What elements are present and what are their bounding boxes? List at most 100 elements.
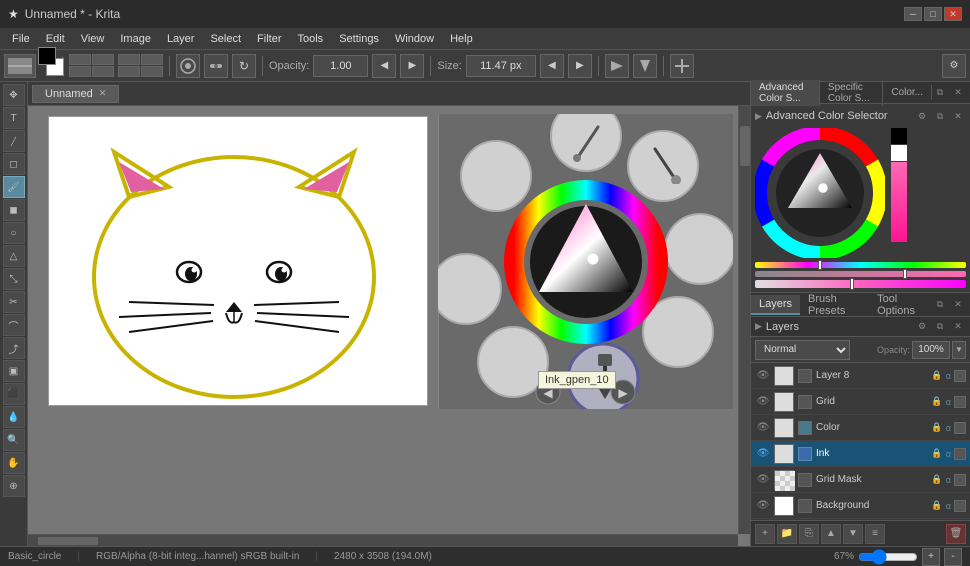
layers-panel-close[interactable]: ✕ <box>950 297 966 313</box>
opacity-up-btn[interactable]: ▶ <box>400 54 424 78</box>
tool-eyedrop[interactable]: 💧 <box>3 406 25 428</box>
layers-close-icon[interactable]: ✕ <box>950 319 966 335</box>
tool-select-shape[interactable]: ◻ <box>3 153 25 175</box>
layer-vis-ink[interactable]: 👁 <box>755 446 771 462</box>
swatch-white[interactable] <box>891 145 907 161</box>
zoom-slider[interactable] <box>858 553 918 561</box>
preset-btn-6[interactable] <box>141 54 163 65</box>
layer-delete-btn[interactable]: 🗑 <box>946 524 966 544</box>
color-panel-close[interactable]: ✕ <box>950 108 966 124</box>
layer-vis-bg[interactable]: 👁 <box>755 498 771 514</box>
canvas-tab-close[interactable]: ✕ <box>99 88 107 99</box>
tool-path[interactable]: ⌒ <box>3 314 25 336</box>
preset-btn-3[interactable] <box>69 66 91 77</box>
menu-edit[interactable]: Edit <box>38 31 73 47</box>
swatch-pink[interactable] <box>891 162 907 242</box>
layers-settings-icon[interactable]: ⚙ <box>914 319 930 335</box>
color-panel-settings[interactable]: ⚙ <box>914 108 930 124</box>
flip-h-btn[interactable] <box>605 54 629 78</box>
tool-ellipse[interactable]: ○ <box>3 222 25 244</box>
layers-float-icon[interactable]: ⧉ <box>932 319 948 335</box>
brush-type-btn[interactable] <box>176 54 200 78</box>
refresh-btn[interactable]: ↻ <box>232 54 256 78</box>
color-wheel[interactable] <box>755 128 885 258</box>
brush-pattern-selector[interactable] <box>4 54 36 78</box>
brush-settings-btn[interactable] <box>204 54 228 78</box>
tool-bezier[interactable]: ⤴ <box>3 337 25 359</box>
opacity-down-btn[interactable]: ◀ <box>372 54 396 78</box>
size-up-btn[interactable]: ▶ <box>568 54 592 78</box>
zoom-in-btn[interactable]: + <box>922 548 940 566</box>
canvas-hscroll[interactable] <box>28 534 738 546</box>
layer-row-bg[interactable]: 👁 Background 🔒 α <box>751 493 970 519</box>
menu-image[interactable]: Image <box>112 31 159 47</box>
layer-row-ink[interactable]: 👁 Ink 🔒 α <box>751 441 970 467</box>
layer-row-gridmask[interactable]: 👁 Grid Mask 🔒 α <box>751 467 970 493</box>
tool-measure[interactable]: ✂ <box>3 291 25 313</box>
tab-color[interactable]: Color... <box>883 85 932 100</box>
layer-row-8[interactable]: 👁 Layer 8 🔒 α <box>751 363 970 389</box>
tool-brush[interactable]: 🖌 <box>3 176 25 198</box>
layer-vis-8[interactable]: 👁 <box>755 368 771 384</box>
menu-tools[interactable]: Tools <box>290 31 332 47</box>
preset-btn-5[interactable] <box>118 54 140 65</box>
layer-vis-gridmask[interactable]: 👁 <box>755 472 771 488</box>
layer-opacity-input[interactable] <box>912 341 950 359</box>
minimize-button[interactable]: ─ <box>904 7 922 21</box>
layer-blend-mode[interactable]: Normal <box>755 340 850 360</box>
preset-btn-2[interactable] <box>92 54 114 65</box>
layer-row-grid[interactable]: 👁 Grid 🔒 α <box>751 389 970 415</box>
cat-drawing-canvas[interactable] <box>48 116 428 406</box>
tab-advanced-color[interactable]: Advanced Color S... <box>751 80 820 106</box>
size-down-btn[interactable]: ◀ <box>540 54 564 78</box>
menu-layer[interactable]: Layer <box>159 31 203 47</box>
tool-polygon[interactable]: △ <box>3 245 25 267</box>
layer-properties-btn[interactable]: ≡ <box>865 524 885 544</box>
panel-close-icon[interactable]: ✕ <box>950 85 966 101</box>
fg-bg-colors[interactable] <box>38 47 56 84</box>
layer-vis-color[interactable]: 👁 <box>755 420 771 436</box>
size-input[interactable] <box>466 55 536 77</box>
layer-vis-grid[interactable]: 👁 <box>755 394 771 410</box>
layer-down-btn[interactable]: ▼ <box>843 524 863 544</box>
preset-btn-4[interactable] <box>92 66 114 77</box>
layer-copy-btn[interactable]: ⎘ <box>799 524 819 544</box>
menu-help[interactable]: Help <box>442 31 481 47</box>
tool-transform[interactable]: ⤡ <box>3 268 25 290</box>
tab-specific-color[interactable]: Specific Color S... <box>820 80 883 106</box>
tool-move[interactable]: ✥ <box>3 84 25 106</box>
color-bar-h[interactable] <box>755 262 966 268</box>
foreground-color[interactable] <box>38 47 56 65</box>
preset-btn-1[interactable] <box>69 54 91 65</box>
tab-tool-options[interactable]: Tool Options <box>869 293 932 320</box>
layer-lock-bg[interactable]: 🔒 <box>931 500 943 512</box>
tool-gradient[interactable]: ▣ <box>3 360 25 382</box>
layer-add-btn[interactable]: + <box>755 524 775 544</box>
preset-btn-8[interactable] <box>141 66 163 77</box>
maximize-button[interactable]: □ <box>924 7 942 21</box>
tool-fill[interactable]: ⬛ <box>3 383 25 405</box>
menu-settings[interactable]: Settings <box>331 31 387 47</box>
brush-picker-panel[interactable]: ◀ ▶ <box>438 114 733 409</box>
color-panel-float[interactable]: ⧉ <box>932 108 948 124</box>
extra-btn-1[interactable] <box>670 54 694 78</box>
menu-view[interactable]: View <box>73 31 113 47</box>
layer-lock-ink[interactable]: 🔒 <box>931 448 943 460</box>
layer-opacity-options[interactable]: ▼ <box>952 341 966 359</box>
close-button[interactable]: ✕ <box>944 7 962 21</box>
menu-filter[interactable]: Filter <box>249 31 289 47</box>
panel-float-icon[interactable]: ⧉ <box>932 85 948 101</box>
tab-brush-presets[interactable]: Brush Presets <box>800 293 869 320</box>
menu-window[interactable]: Window <box>387 31 442 47</box>
canvas-vscroll[interactable] <box>738 106 750 534</box>
layer-folder-btn[interactable]: 📁 <box>777 524 797 544</box>
tab-layers[interactable]: Layers <box>751 295 800 315</box>
color-bar-final[interactable] <box>755 280 966 288</box>
layer-row-color[interactable]: 👁 Color 🔒 α <box>751 415 970 441</box>
flip-v-btn[interactable] <box>633 54 657 78</box>
tool-magnetic[interactable]: ⊕ <box>3 475 25 497</box>
canvas-area[interactable]: ◀ ▶ <box>28 106 750 546</box>
tool-freehand[interactable]: ╱ <box>3 130 25 152</box>
opacity-input[interactable] <box>313 55 368 77</box>
tool-eraser[interactable]: ◼ <box>3 199 25 221</box>
